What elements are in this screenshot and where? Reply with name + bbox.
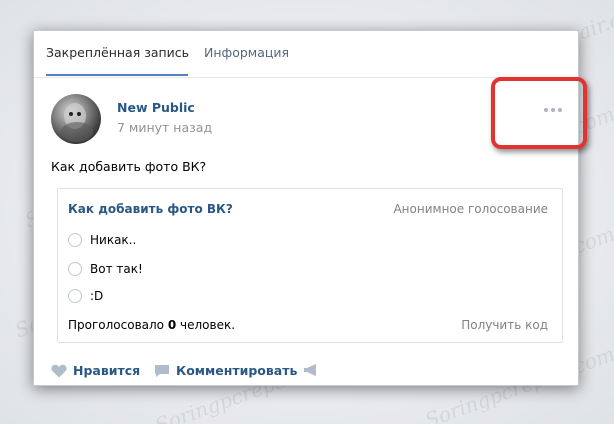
poll-option[interactable]: :D <box>68 289 103 303</box>
tab-bar: Закреплённая запись Информация <box>34 31 578 78</box>
heart-icon <box>51 364 67 377</box>
like-button[interactable]: Нравится <box>51 363 140 378</box>
voted-suffix: человек. <box>176 318 236 332</box>
poll: Как добавить фото ВК? Анонимное голосова… <box>57 188 563 343</box>
comment-button[interactable]: Комментировать <box>154 363 297 378</box>
comment-label: Комментировать <box>176 363 298 378</box>
voted-prefix: Проголосовало <box>68 318 168 332</box>
like-label: Нравится <box>73 363 141 378</box>
radio-icon[interactable] <box>68 233 82 247</box>
voted-count-text: Проголосовало 0 человек. <box>68 318 235 332</box>
poll-option[interactable]: Никак.. <box>68 233 136 247</box>
megaphone-icon <box>304 364 316 376</box>
share-button[interactable] <box>303 363 319 377</box>
comment-icon <box>155 364 169 377</box>
radio-icon[interactable] <box>68 262 82 276</box>
red-highlight-frame <box>491 77 587 149</box>
tab-info[interactable]: Информация <box>204 45 289 60</box>
get-code-link[interactable]: Получить код <box>461 318 548 332</box>
post-author[interactable]: New Public <box>117 100 195 115</box>
post-time[interactable]: 7 минут назад <box>117 120 212 135</box>
post-text: Как добавить фото ВК? <box>51 159 207 174</box>
active-tab-indicator <box>46 74 188 76</box>
poll-title: Как добавить фото ВК? <box>68 202 233 216</box>
poll-option[interactable]: Вот так! <box>68 262 143 276</box>
voted-count: 0 <box>167 318 177 332</box>
poll-option-label: Вот так! <box>90 262 143 276</box>
poll-type: Анонимное голосование <box>393 202 548 216</box>
poll-option-label: :D <box>90 289 104 303</box>
post-card: Закреплённая запись Информация New Publi… <box>33 30 587 386</box>
tab-pinned-post[interactable]: Закреплённая запись <box>46 45 189 60</box>
avatar[interactable] <box>51 94 101 144</box>
poll-option-label: Никак.. <box>90 233 137 247</box>
radio-icon[interactable] <box>68 289 82 303</box>
lion-photo-icon <box>61 103 93 142</box>
